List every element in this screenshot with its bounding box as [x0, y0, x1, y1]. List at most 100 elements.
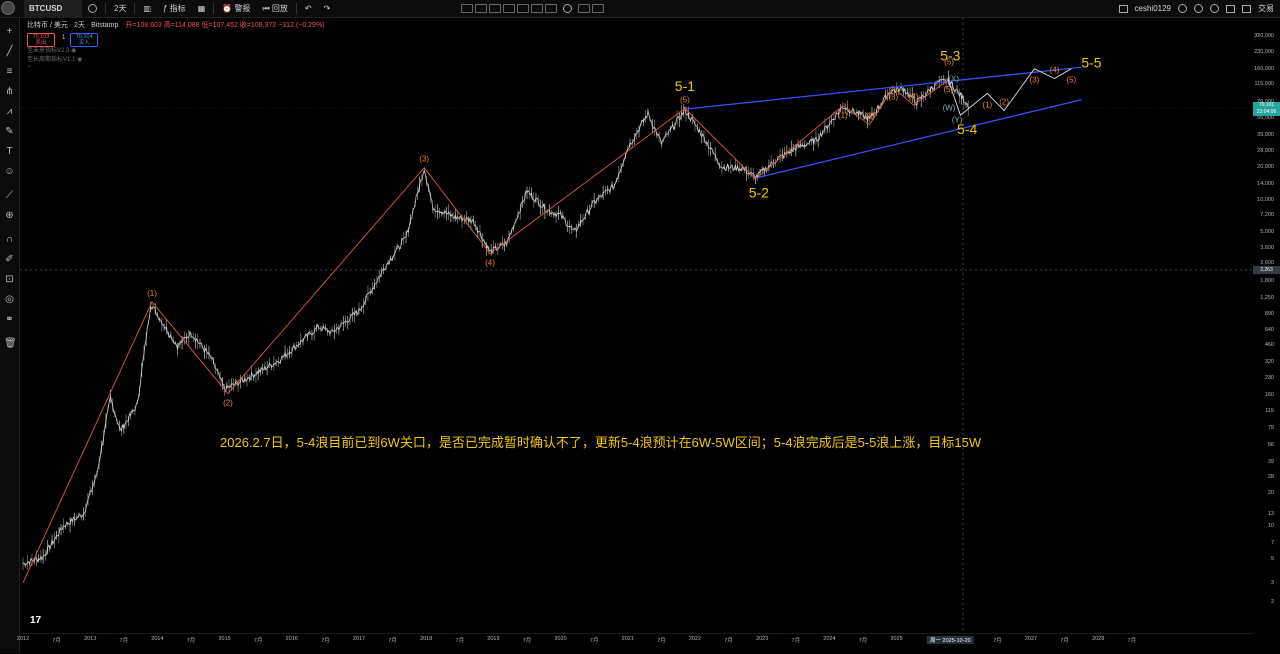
add-symbol-icon[interactable] [82, 0, 103, 17]
price-axis-label: 460 [1264, 342, 1274, 349]
eye-icon[interactable]: ◎ [4, 294, 15, 305]
hotlist-icon[interactable] [1194, 4, 1203, 13]
price-axis-label: 890 [1264, 310, 1274, 317]
emoji-icon[interactable]: ☺ [4, 166, 15, 177]
time-axis-label: 7月 [589, 638, 599, 644]
symbol-search[interactable]: BTCUSD [24, 0, 82, 18]
indicators-button[interactable]: ƒ 指标 [157, 0, 192, 17]
pattern-icon-8[interactable] [578, 4, 591, 13]
time-axis-label: 周一 2025-10-20 [927, 636, 974, 644]
collapse-legend-icon[interactable]: ⌃ [27, 65, 325, 74]
ohlc-values: 开=108,603 高=114,088 低=107,452 收=108,372 … [125, 22, 325, 29]
price-chart[interactable]: (1) (2) (3) (4) (5) (1) (2) (3) (4) (5) (1) (2) (3) (… [0, 0, 1280, 653]
time-axis-label: 2015 [218, 636, 231, 642]
time-axis-label: 7月 [657, 638, 666, 644]
current-price-tag: 70,101 [1258, 102, 1275, 108]
account-icon[interactable] [1178, 4, 1187, 13]
drawing-toolbar: + ╱ ≡ ⋔ ⩘ ✎ T ☺ ⟋ ⊕ ∩ ✐ ⊡ ◎ ⚭ 🗑 [0, 18, 20, 653]
top-toolbar: BTCUSD 2天 ▥ ƒ 指标 ▦ ⏰ 警报 ⏮ 回放 ↶ ↷ ceshi01… [0, 0, 1280, 18]
time-axis-label: 2024 [823, 636, 836, 642]
pattern-icon-3[interactable] [489, 4, 502, 13]
time-axis-label: 2023 [756, 636, 769, 642]
pattern-icon-2[interactable] [475, 4, 488, 13]
time-axis-label: 2013 [84, 636, 97, 642]
pattern-icon-1[interactable] [461, 4, 474, 13]
buy-button[interactable]: 70,104 买入 [70, 33, 99, 47]
analysis-note: 2026.2.7日，5-4浪目前已到6W关口，是否已完成暂时确认不了，更新5-4… [220, 435, 982, 450]
crosshair-price-tag: 2,263 [1253, 266, 1280, 274]
undo-icon[interactable]: ↶ [299, 0, 318, 17]
primary-wave-line [22, 108, 686, 583]
indicator-row-1[interactable]: 至未来指标V2.3 ◉ [27, 47, 325, 56]
price-axis-label: 20,000 [1257, 163, 1274, 170]
time-axis-label: 7月 [455, 638, 465, 644]
channel-lower-line [755, 99, 1082, 179]
projection-label: (1) [982, 100, 992, 109]
price-axis-label: 230 [1264, 374, 1274, 381]
legend-title[interactable]: 比特币 / 美元 · 2天 · Bitstamp [27, 22, 118, 29]
price-axis-label: 3 [1270, 579, 1274, 586]
alert-button[interactable]: ⏰ 警报 [216, 0, 256, 17]
price-axis-label: 320 [1264, 359, 1274, 366]
app-logo[interactable] [1, 1, 15, 15]
wave5-label: (1) [838, 111, 848, 120]
crosshair-icon[interactable]: + [4, 26, 15, 37]
pattern-icon-4[interactable] [503, 4, 516, 13]
time-axis-label: 2017 [352, 636, 366, 642]
settings-icon[interactable] [563, 4, 573, 13]
fullscreen-icon[interactable] [1226, 4, 1235, 13]
fib-icon[interactable]: ≡ [4, 66, 15, 77]
replay-label: 回放 [271, 4, 288, 13]
interval-selector[interactable]: 2天 [108, 0, 132, 17]
text-icon[interactable]: T [4, 146, 15, 157]
lock-drawing-icon[interactable]: ✐ [4, 254, 15, 265]
price-axis-label: 160 [1264, 392, 1274, 399]
pitchfork-icon[interactable]: ⋔ [4, 86, 15, 97]
gear-icon[interactable] [1210, 4, 1219, 13]
layout-icon[interactable]: ▦ [192, 0, 212, 17]
primary-wave-label: (1) [147, 289, 157, 298]
layout-toggle-icon[interactable] [1118, 4, 1128, 13]
drawing-favorites [461, 4, 605, 13]
pattern-icon[interactable]: ⩘ [4, 106, 15, 117]
brush-icon[interactable]: ✎ [4, 126, 15, 137]
price-axis[interactable]: 2 3 5 7 10 13 20 28 39 56 79 115 160 230 320 460 640 890 1… [1253, 18, 1280, 638]
pattern-icon-7[interactable] [545, 4, 558, 13]
tradingview-logo: 17 [30, 615, 42, 626]
right-toolbar: ceshi0129 交易 [1118, 0, 1274, 17]
chart-type-icon[interactable]: ▥ [137, 0, 157, 17]
indicator-row-2[interactable]: 至长周期指标V1.1 ◉ [27, 56, 325, 65]
price-axis-label: 10 [1267, 522, 1274, 529]
time-axis-label: 2021 [621, 636, 634, 642]
pattern-icon-5[interactable] [517, 4, 530, 13]
lock-icon[interactable]: ⊡ [4, 274, 15, 285]
pattern-icon-6[interactable] [531, 4, 544, 13]
price-axis-label: 5 [1270, 555, 1274, 562]
zoom-icon[interactable]: ⊕ [4, 210, 15, 221]
replay-button[interactable]: ⏮ 回放 [256, 0, 293, 17]
chart-legend: 比特币 / 美元 · 2天 · Bitstamp 开=108,603 高=114… [27, 20, 325, 74]
trade-button[interactable]: 交易 [1258, 3, 1274, 14]
time-axis-label: 7月 [119, 638, 129, 644]
sell-button[interactable]: 70,103 卖出 [27, 33, 55, 47]
trendline-icon[interactable]: ╱ [4, 46, 15, 57]
price-axis-label: 7 [1270, 539, 1274, 546]
primary-wave-label: (4) [485, 259, 495, 268]
username[interactable]: ceshi0129 [1135, 4, 1171, 13]
time-axis-label: 7月 [321, 638, 330, 644]
price-axis-label: 79 [1267, 425, 1274, 432]
primary-wave-label: (2) [223, 399, 233, 408]
pattern-icon-9[interactable] [592, 4, 605, 13]
trash-icon[interactable]: 🗑 [4, 338, 17, 349]
wave5-label: (3) [888, 92, 898, 101]
time-axis[interactable]: 2012 7月 2013 7月 2014 7月 2015 7月 2016 7月 2017 7月 2018… [17, 633, 1253, 654]
link-icon[interactable]: ⚭ [4, 314, 15, 325]
ruler-icon[interactable]: ⟋ [4, 190, 15, 201]
price-axis-label: 39,000 [1257, 132, 1274, 139]
time-axis-label: 7月 [186, 638, 196, 644]
sell-label: 卖出 [35, 40, 47, 46]
camera-icon[interactable] [1242, 4, 1251, 13]
magnet-icon[interactable]: ∩ [4, 234, 15, 245]
redo-icon[interactable]: ↷ [318, 0, 337, 17]
primary-wave-label: (3) [419, 155, 429, 164]
